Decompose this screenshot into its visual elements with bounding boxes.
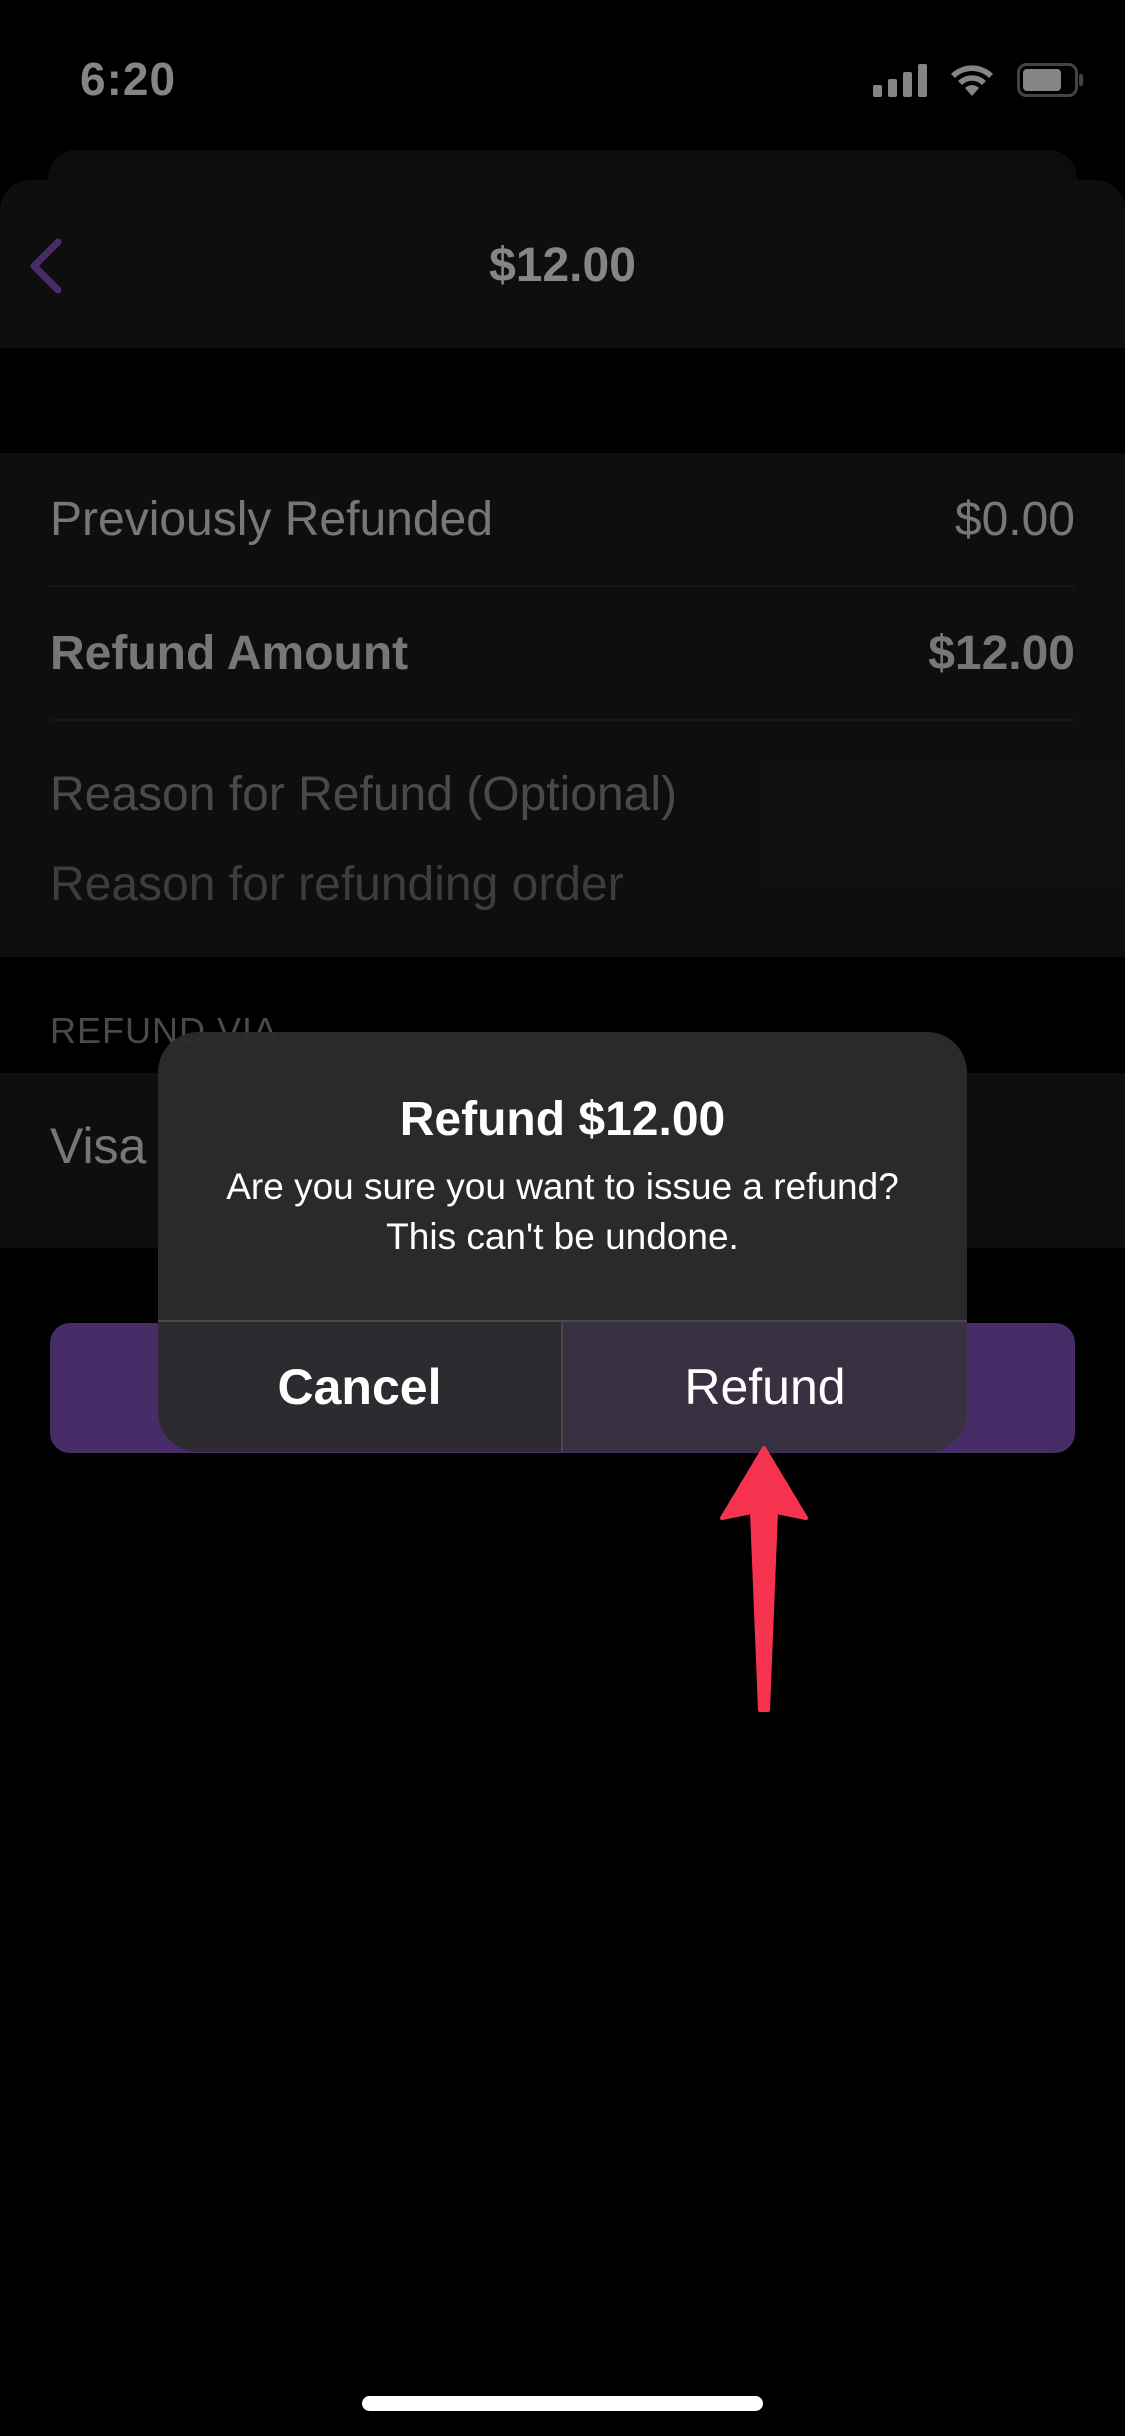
alert-message: Are you sure you want to issue a refund?… — [226, 1166, 899, 1257]
alert-cancel-button[interactable]: Cancel — [158, 1322, 561, 1452]
arrow-up-icon — [714, 1440, 814, 1720]
alert-refund-button[interactable]: Refund — [563, 1322, 967, 1452]
home-indicator[interactable] — [362, 2396, 763, 2411]
refund-confirm-alert: Refund $12.00 Are you sure you want to i… — [158, 1032, 967, 1452]
alert-title: Refund $12.00 — [399, 1093, 726, 1146]
